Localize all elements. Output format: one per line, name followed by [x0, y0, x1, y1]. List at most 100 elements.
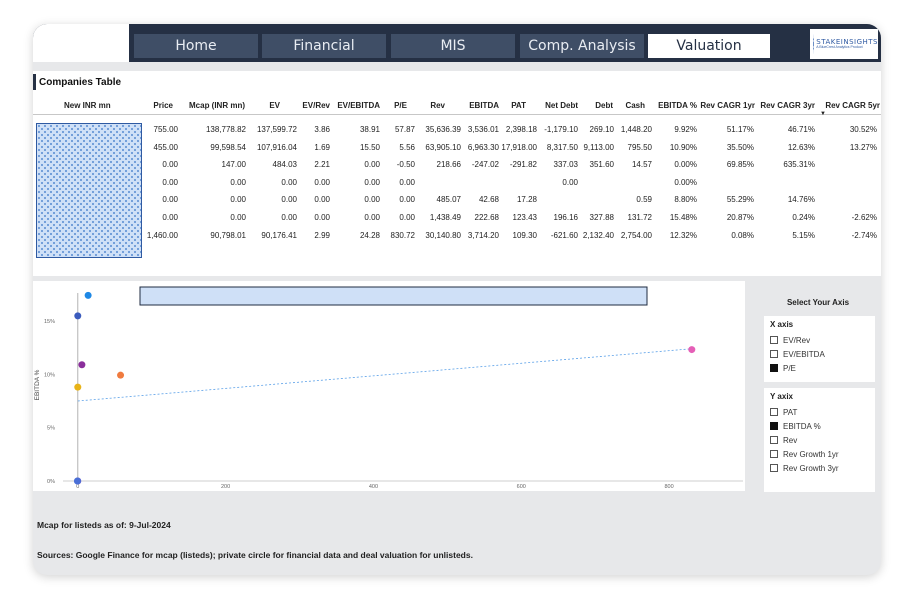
table-cell: 2.99	[314, 230, 330, 240]
table-cell: 2,132.40	[582, 230, 614, 240]
column-header[interactable]: P/E	[394, 101, 407, 110]
y-axis-title: EBITDA %	[34, 369, 41, 400]
x-tick-label: 600	[517, 484, 526, 490]
checkbox-icon[interactable]	[770, 336, 778, 344]
checkbox-icon[interactable]	[770, 408, 778, 416]
table-cell: 109.30	[512, 230, 537, 240]
column-header[interactable]: EV/Rev	[302, 101, 330, 110]
table-row[interactable]: 455.00 99,598.54 107,916.04 1.69 15.50 5.56 63…	[33, 139, 881, 156]
trend-line	[77, 348, 692, 402]
y-axis-option[interactable]: Rev Growth 1yr	[770, 447, 869, 461]
table-cell: 99,598.54	[210, 142, 246, 152]
column-header[interactable]: Rev CAGR 5yr	[825, 101, 880, 110]
column-header[interactable]: EBITDA %	[658, 101, 697, 110]
table-cell: 222.68	[474, 213, 499, 222]
table-row[interactable]: 755.00 138,778.82 137,599.72 3.86 38.91 57.87…	[33, 121, 881, 138]
column-header[interactable]: EV/EBITDA	[337, 101, 380, 110]
table-row[interactable]: 1,460.00 90,798.01 90,176.41 2.99 24.28 830.7…	[33, 227, 881, 244]
table-header-row: New INR mn Price Mcap (INR mn) EV EV/Rev EV/E…	[33, 97, 881, 115]
x-axis-option[interactable]: P/E	[770, 361, 869, 375]
x-axis-option[interactable]: EV/EBITDA	[770, 347, 869, 361]
y-axis-option[interactable]: EBITDA %	[770, 419, 869, 433]
column-header[interactable]: EBITDA	[469, 101, 499, 110]
y-axis-option[interactable]: Rev Growth 3yr	[770, 461, 869, 475]
table-cell: 35,636.39	[425, 125, 461, 134]
y-axis-option[interactable]: Rev	[770, 433, 869, 447]
table-cell: 8.80%	[674, 195, 697, 205]
checkbox-checked-icon[interactable]	[770, 422, 778, 430]
tab-comp-analysis[interactable]: Comp. Analysis	[520, 34, 644, 58]
table-cell: -247.02	[471, 160, 499, 170]
table-cell: 1,438.49	[429, 213, 461, 222]
tab-financial[interactable]: Financial	[262, 34, 386, 58]
globe-logo-icon	[813, 34, 815, 54]
table-cell: 8,317.50	[546, 142, 578, 152]
table-cell: 218.66	[436, 160, 461, 170]
column-header[interactable]: Cash	[625, 101, 645, 110]
checkbox-icon[interactable]	[770, 436, 778, 444]
table-cell: 0.00%	[674, 160, 697, 170]
table-cell: -291.82	[509, 160, 537, 170]
x-axis-option[interactable]: EV/Rev	[770, 333, 869, 347]
table-row[interactable]: 0.00 0.00 0.00 0.00 0.00 0.00 0.00 0.00%	[33, 174, 881, 191]
table-cell: 0.00	[281, 195, 297, 205]
tab-mis[interactable]: MIS	[391, 34, 515, 58]
checkbox-icon[interactable]	[770, 350, 778, 358]
table-cell: 830.72	[390, 230, 415, 240]
table-row[interactable]: 0.00 147.00 484.03 2.21 0.00 -0.50 218.66 -247.…	[33, 156, 881, 173]
column-header[interactable]: Mcap (INR mn)	[189, 101, 245, 110]
top-nav: Home Financial MIS Comp. Analysis Valuat…	[33, 24, 881, 62]
y-axis-option[interactable]: PAT	[770, 405, 869, 419]
column-header[interactable]: New INR mn	[64, 101, 111, 110]
y-axis-option-label: Rev	[783, 435, 798, 445]
scatter-point	[688, 346, 696, 354]
column-header[interactable]: Debt	[595, 101, 613, 110]
table-cell: 337.03	[553, 160, 578, 170]
mcap-note: Mcap for listeds as of: 9-Jul-2024	[37, 520, 171, 530]
companies-table-title: Companies Table	[39, 77, 122, 88]
table-cell: 35.50%	[726, 142, 754, 152]
column-header[interactable]: EV	[269, 101, 280, 110]
x-tick-label: 400	[369, 484, 378, 490]
x-tick-label: 800	[664, 484, 673, 490]
column-header[interactable]: Net Debt	[545, 101, 578, 110]
table-cell: 455.00	[153, 142, 178, 152]
table-cell: 196.16	[553, 213, 578, 222]
table-cell: 351.60	[589, 160, 614, 170]
table-cell: 20.87%	[726, 213, 754, 222]
table-row[interactable]: 0.00 0.00 0.00 0.00 0.00 0.00 485.07 42.68 17.28…	[33, 191, 881, 208]
checkbox-checked-icon[interactable]	[770, 364, 778, 372]
dashboard-frame: Home Financial MIS Comp. Analysis Valuat…	[33, 24, 881, 575]
column-header[interactable]: Rev CAGR 1yr	[700, 101, 755, 110]
x-axis-option-label: EV/EBITDA	[783, 349, 825, 359]
table-cell: 137,599.72	[256, 125, 297, 134]
column-header[interactable]: Price	[153, 101, 173, 110]
tab-home[interactable]: Home	[134, 34, 258, 58]
x-axis-option-label: P/E	[783, 363, 796, 373]
table-cell: 90,176.41	[261, 230, 297, 240]
checkbox-icon[interactable]	[770, 450, 778, 458]
table-cell: 10.90%	[669, 142, 697, 152]
column-header[interactable]: Rev	[430, 101, 445, 110]
table-row[interactable]: 0.00 0.00 0.00 0.00 0.00 0.00 1,438.49 222.68 12…	[33, 209, 881, 226]
y-axis-box: Y axix PAT EBITDA % Rev Rev Growth 1yr Rev G…	[764, 388, 875, 492]
sort-desc-icon[interactable]: ▼	[820, 111, 826, 117]
table-cell: 0.00	[162, 177, 178, 187]
stakeinsights-logo: STAKEINSIGHTS A BlueCrest Analytics Prod…	[810, 29, 878, 59]
table-cell: 5.15%	[792, 230, 815, 240]
table-cell: 327.88	[589, 213, 614, 222]
table-cell: 0.00	[162, 195, 178, 205]
y-tick-label: 5%	[47, 426, 55, 432]
table-cell: 30,140.80	[425, 230, 461, 240]
logo-line2: A BlueCrest Analytics Product	[816, 44, 863, 49]
column-header[interactable]: PAT	[511, 101, 526, 110]
table-cell: 1,460.00	[146, 230, 178, 240]
scatter-point	[117, 371, 125, 379]
tab-valuation[interactable]: Valuation	[648, 34, 770, 58]
column-header[interactable]: Rev CAGR 3yr	[760, 101, 815, 110]
table-cell: 46.71%	[787, 125, 815, 134]
table-cell: 107,916.04	[256, 142, 297, 152]
table-cell: -1,179.10	[544, 125, 578, 134]
table-cell: 0.00	[230, 213, 246, 222]
checkbox-icon[interactable]	[770, 464, 778, 472]
